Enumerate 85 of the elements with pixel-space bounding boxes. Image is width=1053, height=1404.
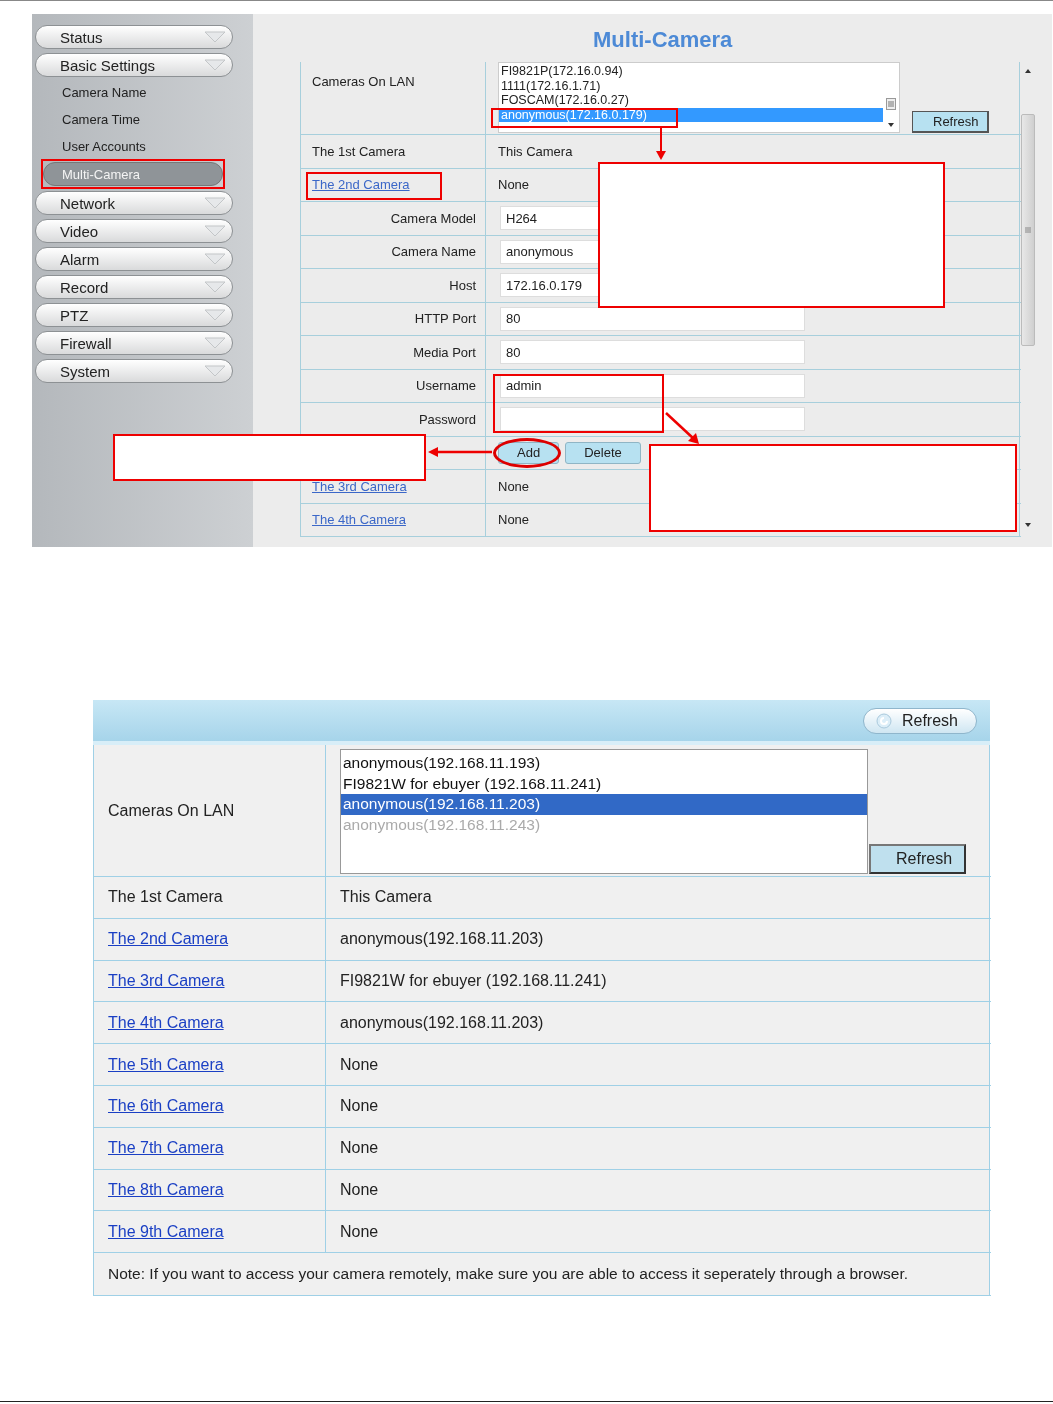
camera-label: The 1st Camera [312,143,406,159]
list-option[interactable]: anonymous(192.168.11.203) [341,794,867,815]
camera-value: None [340,1097,379,1116]
caret-icon [204,337,226,349]
input-field[interactable] [500,407,805,432]
caret-icon [204,197,226,209]
camera-value: None [498,177,530,193]
camera-link[interactable]: The 2nd Camera [108,930,229,949]
camera-value: None [340,1055,379,1074]
scroll-up-icon[interactable] [1024,68,1032,74]
refresh-button[interactable]: Refresh [862,707,977,734]
field-label: Password [418,411,476,427]
field-label: Media Port [413,344,476,360]
menu-item[interactable]: Firewall [35,331,233,355]
list-option[interactable]: FI9821P(172.16.0.94) [499,64,883,79]
scrollbar-thumb[interactable] [1021,114,1035,346]
camera-link[interactable]: The 5th Camera [108,1055,224,1074]
note-text: Note: If you want to access your camera remotely, make sure you are able to access it seperately through a browser. [108,1265,909,1284]
refresh-button[interactable]: Refresh [912,111,989,133]
refresh-button[interactable]: Refresh [869,844,967,874]
arrow [665,412,699,444]
caret-icon [204,309,226,321]
action-button[interactable]: Delete [565,441,641,464]
camera-link[interactable]: The 6th Camera [108,1097,224,1116]
list-option[interactable]: 1111(172.16.1.71) [499,78,883,93]
camera-label: The 1st Camera [108,888,223,907]
page-title: Multi-Camera [593,27,733,53]
camera-value: This Camera [498,143,573,159]
camera-link[interactable]: The 2nd Camera [312,177,410,193]
submenu-item[interactable]: Camera Name [35,79,253,106]
camera-value: anonymous(192.168.11.203) [340,1013,544,1032]
highlight-ellipse [493,438,561,468]
menu-item[interactable]: Status [35,25,233,49]
camera-value: None [340,1139,379,1158]
scroll-grip-icon[interactable] [886,98,896,110]
list-option[interactable]: FOSCAM(172.16.0.27) [499,93,883,108]
caret-icon [204,31,226,43]
list-option[interactable]: anonymous(192.168.11.193) [341,753,867,774]
input-field[interactable]: 80 [500,306,805,331]
field-label: Host [449,277,476,293]
input-field[interactable]: 80 [500,340,805,365]
field-label: Cameras On LAN [312,74,415,89]
camera-link[interactable]: The 8th Camera [108,1180,224,1199]
caret-icon [204,59,226,71]
field-label: Camera Name [391,244,476,260]
field-label: Username [416,378,476,394]
camera-link[interactable]: The 7th Camera [108,1139,224,1158]
caret-icon [204,281,226,293]
camera-link[interactable]: The 3rd Camera [312,478,407,494]
camera-link[interactable]: The 9th Camera [108,1222,224,1241]
arrow [656,126,666,160]
field-label: Camera Model [390,210,476,226]
submenu-item[interactable]: User Accounts [35,133,253,160]
field-label: HTTP Port [414,311,476,327]
menu-item[interactable]: Alarm [35,247,233,271]
menu-item[interactable]: System [35,359,233,383]
camera-value: FI9821W for ebuyer (192.168.11.241) [340,972,607,990]
menu-item[interactable]: Record [35,275,233,299]
camera-link[interactable]: The 3rd Camera [108,972,225,990]
caret-icon [204,365,226,377]
camera-link[interactable]: The 4th Camera [108,1013,224,1032]
scroll-down-icon[interactable] [1024,522,1032,528]
camera-value: None [340,1222,379,1241]
menu-item[interactable]: Basic Settings [35,53,233,77]
input-field[interactable]: admin [500,373,805,398]
camera-listbox[interactable]: FI9821P(172.16.0.94) 1111(172.16.1.71) FOSCAM(172.16.0.27) anonymous(172.16.0.179) [498,62,900,133]
field-label: Cameras On LAN [108,801,235,820]
action-button[interactable]: Add [498,441,560,464]
scroll-down-icon[interactable] [887,122,895,128]
camera-value: None [340,1180,379,1199]
list-option[interactable]: FI9821W for ebuyer (192.168.11.241) [341,773,867,794]
camera-value: None [498,512,530,528]
camera-link[interactable]: The 4th Camera [312,512,406,528]
menu-item[interactable]: Network [35,191,233,215]
caret-icon [204,253,226,265]
refresh-icon [875,712,892,729]
submenu-item[interactable]: Camera Time [35,106,253,133]
camera-value: None [498,478,530,494]
menu-item[interactable]: Video [35,219,233,243]
camera-value: This Camera [340,888,432,907]
scroll-grip-icon [1023,224,1033,236]
camera-value: anonymous(192.168.11.203) [340,930,544,949]
menu-item[interactable]: PTZ [35,303,233,327]
caret-icon [204,225,226,237]
arrow [428,447,492,457]
